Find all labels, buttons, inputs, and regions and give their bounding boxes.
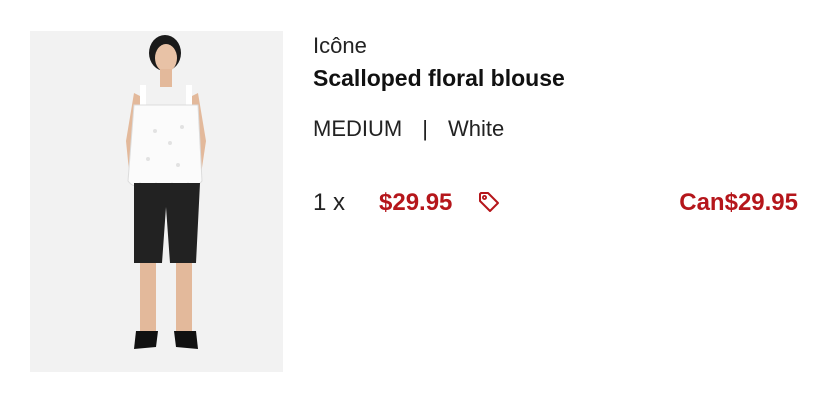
variant-separator: | — [422, 116, 428, 141]
product-photo — [30, 31, 283, 372]
price-row: 1 x $29.95 Can$29.95 — [313, 188, 798, 218]
quantity-text: 1 x — [313, 189, 346, 216]
product-brand: Icône — [313, 33, 367, 58]
color-value: White — [447, 116, 505, 141]
product-title[interactable]: Scalloped floral blouse — [313, 64, 565, 92]
unit-price: $29.95 — [379, 189, 453, 216]
total-price: Can$29.95 — [679, 189, 798, 216]
product-image[interactable] — [30, 31, 283, 372]
product-variant: MEDIUM | White — [313, 116, 504, 142]
size-value: MEDIUM — [313, 116, 403, 141]
tag-icon — [477, 190, 501, 214]
